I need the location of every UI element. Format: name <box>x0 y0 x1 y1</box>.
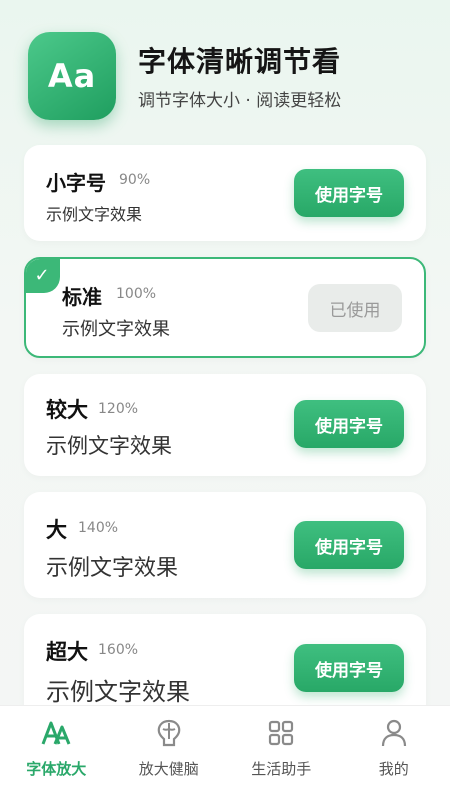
font-option-percent: 100% <box>116 286 157 302</box>
font-option-percent: 90% <box>119 172 151 188</box>
font-option-name: 标准 <box>62 285 102 309</box>
font-option-percent: 160% <box>98 642 139 658</box>
tab-label: 放大健脑 <box>138 760 199 778</box>
tab-label: 字体放大 <box>26 760 87 778</box>
use-font-button[interactable]: 使用字号 <box>294 400 404 448</box>
app-title: 字体清晰调节看 <box>138 45 342 78</box>
font-option-card-larger[interactable]: 较大 120% 示例文字效果 使用字号 <box>24 374 426 476</box>
grid-apps-icon <box>266 718 296 748</box>
font-option-name: 小字号 <box>46 171 106 195</box>
app-logo: Aa <box>28 32 116 120</box>
selected-check-icon: ✓ <box>26 259 60 293</box>
font-option-name: 超大 <box>46 640 88 664</box>
use-font-button[interactable]: 使用字号 <box>294 644 404 692</box>
font-option-name: 较大 <box>46 398 88 422</box>
brain-icon <box>154 718 184 748</box>
use-font-button[interactable]: 使用字号 <box>294 521 404 569</box>
bottom-tab-bar: 字体放大 放大健脑 生活助手 我的 <box>0 705 450 800</box>
app-header: Aa 字体清晰调节看 调节字体大小 · 阅读更轻松 <box>28 32 430 122</box>
font-option-card-large[interactable]: 大 140% 示例文字效果 使用字号 <box>24 492 426 598</box>
font-option-sample: 示例文字效果 <box>46 678 190 706</box>
font-option-sample: 示例文字效果 <box>46 556 179 581</box>
font-option-card-standard[interactable]: ✓ 标准 100% 示例文字效果 已使用 <box>24 257 426 358</box>
font-option-name: 大 <box>46 518 67 542</box>
font-option-percent: 140% <box>78 520 119 536</box>
font-option-card-small[interactable]: 小字号 90% 示例文字效果 使用字号 <box>24 145 426 241</box>
tab-label: 我的 <box>378 760 409 778</box>
tab-life-assistant[interactable]: 生活助手 <box>225 706 338 800</box>
app-subtitle: 调节字体大小 · 阅读更轻松 <box>138 91 342 111</box>
tab-brain[interactable]: 放大健脑 <box>113 706 226 800</box>
font-scale-icon <box>41 718 71 748</box>
font-option-sample: 示例文字效果 <box>46 434 172 458</box>
profile-icon <box>379 718 409 748</box>
use-font-button[interactable]: 使用字号 <box>294 169 404 217</box>
font-option-sample: 示例文字效果 <box>62 319 170 340</box>
tab-font-scale[interactable]: 字体放大 <box>0 706 113 800</box>
font-option-percent: 120% <box>98 401 139 417</box>
in-use-button[interactable]: 已使用 <box>308 284 402 332</box>
tab-profile[interactable]: 我的 <box>338 706 450 800</box>
tab-label: 生活助手 <box>251 760 312 778</box>
font-option-sample: 示例文字效果 <box>46 205 143 224</box>
